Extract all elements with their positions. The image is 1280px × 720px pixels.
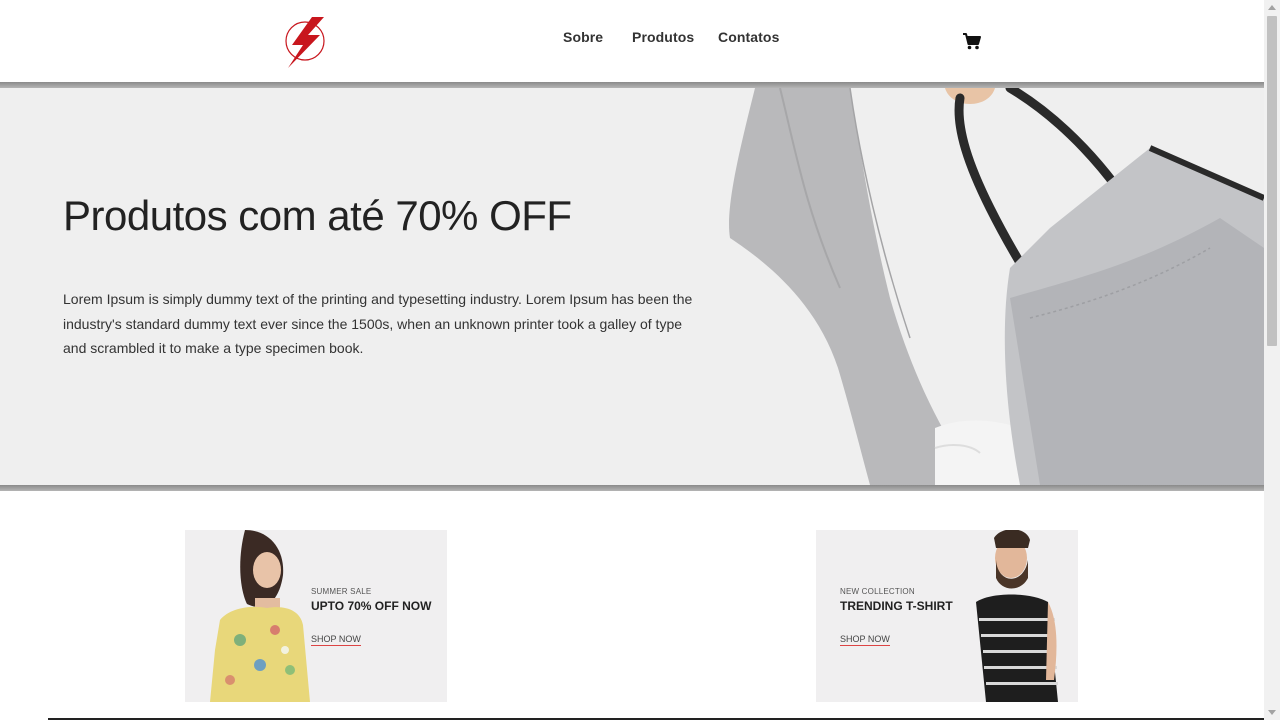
scroll-up-icon[interactable] bbox=[1268, 5, 1276, 10]
scroll-down-icon[interactable] bbox=[1268, 710, 1276, 715]
nav-link-sobre[interactable]: Sobre bbox=[563, 29, 603, 45]
page-scrollbar[interactable] bbox=[1264, 0, 1280, 720]
nav-link-produtos[interactable]: Produtos bbox=[632, 29, 694, 45]
promo-card-new-collection[interactable]: NEW COLLECTION TRENDING T-SHIRT SHOP NOW bbox=[816, 530, 1078, 702]
promo-headline: TRENDING T-SHIRT bbox=[840, 599, 953, 613]
hero-description: Lorem Ipsum is simply dummy text of the … bbox=[63, 291, 693, 356]
hero-title: Produtos com até 70% OFF bbox=[63, 192, 572, 239]
promo-headline: UPTO 70% OFF NOW bbox=[311, 599, 432, 613]
shop-now-link[interactable]: SHOP NOW bbox=[840, 634, 890, 646]
scroll-thumb[interactable] bbox=[1267, 16, 1277, 346]
promo-card-summer-sale[interactable]: SUMMER SALE UPTO 70% OFF NOW SHOP NOW bbox=[185, 530, 447, 702]
promo-kicker: NEW COLLECTION bbox=[840, 587, 915, 596]
shop-now-link[interactable]: SHOP NOW bbox=[311, 634, 361, 646]
man-striped-tshirt-image bbox=[816, 530, 1078, 702]
divider-bar bbox=[0, 485, 1264, 491]
hero-banner: Produtos com até 70% OFF Lorem Ipsum is … bbox=[0, 88, 1264, 485]
hero-bag-image bbox=[729, 88, 1264, 485]
promo-kicker: SUMMER SALE bbox=[311, 587, 372, 596]
site-header: Sobre Produtos Contatos bbox=[0, 0, 1264, 82]
nav-link-contatos[interactable]: Contatos bbox=[718, 29, 779, 45]
main-nav: Sobre Produtos Contatos bbox=[0, 29, 1264, 49]
woman-floral-top-image bbox=[185, 530, 447, 702]
shopping-cart-icon[interactable] bbox=[962, 32, 982, 50]
